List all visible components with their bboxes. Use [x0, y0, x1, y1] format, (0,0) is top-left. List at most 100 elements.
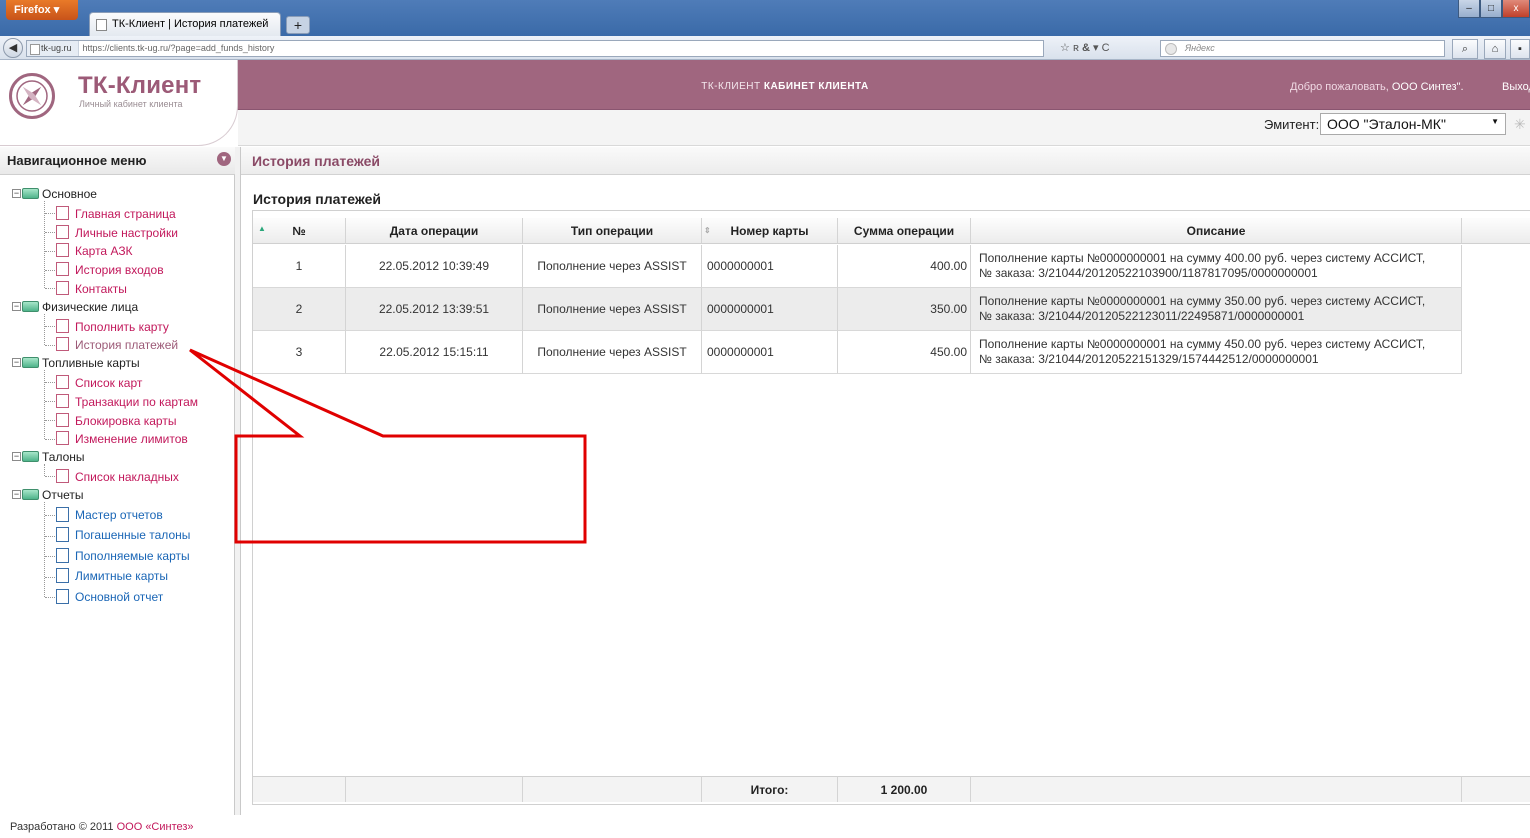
home-icon[interactable]: ⌂	[1484, 39, 1506, 59]
new-tab-button[interactable]: +	[286, 16, 310, 34]
bookmarks-icon[interactable]: ▪	[1510, 39, 1530, 59]
tree-item-3-0[interactable]: Список накладных	[75, 470, 179, 484]
sort-icon[interactable]: ⇕	[704, 218, 711, 244]
tree-connector	[45, 535, 55, 537]
ampersand-icon[interactable]: &	[1082, 42, 1090, 54]
tree-connector	[45, 476, 55, 478]
expander-icon[interactable]: −	[12, 358, 21, 368]
tree-connector	[45, 269, 55, 271]
document-icon	[56, 469, 69, 483]
tree-item-2-1[interactable]: Транзакции по картам	[75, 395, 198, 409]
document-icon	[56, 431, 69, 446]
tree-item-1-0[interactable]: Пополнить карту	[75, 320, 169, 334]
panel-splitter[interactable]	[235, 147, 241, 815]
expander-icon[interactable]: −	[12, 301, 21, 311]
developer-link[interactable]: ООО «Синтез»	[117, 821, 194, 833]
column-header-number[interactable]: ▲ №	[253, 218, 346, 244]
document-icon	[56, 281, 69, 295]
tree-item-2-3[interactable]: Изменение лимитов	[75, 432, 188, 446]
footer-total-label: Итого:	[702, 776, 838, 802]
firefox-menu-button[interactable]: Firefox ▾	[6, 0, 78, 20]
document-icon	[56, 337, 69, 352]
document-icon	[56, 262, 69, 277]
column-header-date[interactable]: Дата операции	[346, 218, 523, 244]
tree-group-1[interactable]: Физические лица	[42, 300, 138, 314]
maximize-icon[interactable]: □	[1480, 0, 1502, 18]
document-icon	[56, 547, 69, 563]
loading-spinner-icon: ✳	[1514, 116, 1526, 132]
back-arrow-icon[interactable]: ◀	[3, 38, 23, 58]
tree-item-0-3[interactable]: История входов	[75, 263, 164, 277]
page-footer: Разработано © 2011 ООО «Синтез»	[0, 815, 1530, 838]
expander-icon[interactable]: −	[12, 489, 21, 499]
footer-cell	[971, 776, 1462, 802]
site-identity[interactable]: tk-ug.ru	[27, 41, 79, 56]
search-icon[interactable]: ⌕	[1452, 39, 1478, 59]
tree-connector	[44, 464, 45, 477]
emitent-select[interactable]: ООО "Эталон-МК" ▼	[1320, 113, 1506, 135]
yandex-icon	[1165, 43, 1177, 55]
tree-item-0-1[interactable]: Личные настройки	[75, 226, 178, 240]
tree-group-4[interactable]: Отчеты	[42, 488, 83, 502]
column-header-type[interactable]: Тип операции	[523, 218, 702, 244]
tree-item-2-2[interactable]: Блокировка карты	[75, 414, 176, 428]
brand-name[interactable]: ТК-Клиент	[78, 72, 201, 100]
tree-item-0-4[interactable]: Контакты	[75, 282, 127, 296]
tree-item-4-1[interactable]: Погашенные талоны	[75, 528, 190, 542]
document-icon	[56, 205, 69, 220]
compass-logo-icon[interactable]	[9, 73, 55, 119]
brand-subtitle: Личный кабинет клиента	[79, 99, 183, 109]
minimize-icon[interactable]: –	[1458, 0, 1480, 18]
url-text: https://clients.tk-ug.ru/?page=add_funds…	[82, 43, 275, 53]
tree-connector	[45, 576, 55, 578]
column-header-card[interactable]: ⇕ Номер карты	[702, 218, 838, 244]
rss-icon[interactable]: ʀ	[1073, 42, 1079, 54]
tree-item-4-2[interactable]: Пополняемые карты	[75, 549, 190, 563]
bookmark-star-icon[interactable]: ☆	[1060, 42, 1070, 54]
collapse-panel-icon[interactable]: ▼	[217, 152, 231, 166]
favicon-icon	[96, 19, 107, 31]
tree-connector	[44, 313, 45, 345]
tree-item-0-0[interactable]: Главная страница	[75, 207, 176, 221]
column-header-description[interactable]: Описание	[971, 218, 1462, 244]
url-bar[interactable]: tk-ug.ru https://clients.tk-ug.ru/?page=a…	[26, 40, 1044, 57]
document-icon	[56, 527, 69, 543]
footer-cell	[523, 776, 702, 802]
footer-prefix: Разработано © 2011	[10, 821, 114, 833]
tree-group-3[interactable]: Талоны	[42, 450, 85, 464]
tree-connector	[44, 501, 45, 598]
expander-icon[interactable]: −	[12, 189, 21, 198]
tree-item-4-4[interactable]: Основной отчет	[75, 590, 163, 604]
sort-asc-icon[interactable]: ▲	[258, 216, 266, 242]
search-bar[interactable]: Яндекс	[1160, 40, 1445, 57]
tree-item-4-0[interactable]: Мастер отчетов	[75, 508, 163, 522]
tree-item-0-2[interactable]: Карта АЗК	[75, 244, 133, 258]
table-row[interactable]	[253, 245, 1462, 288]
footer-total-value: 1 200.00	[838, 776, 971, 802]
url-bar-icons: ☆ ʀ & ▾ C	[1060, 41, 1170, 57]
browser-tab[interactable]: ТК-Клиент | История платежей	[89, 12, 281, 36]
folder-icon	[22, 300, 39, 312]
tree-item-2-0[interactable]: Список карт	[75, 376, 142, 390]
folder-icon	[22, 451, 39, 463]
tree-group-0[interactable]: Основное	[42, 187, 97, 201]
column-header-sum[interactable]: Сумма операции	[838, 218, 971, 244]
close-icon[interactable]: x	[1502, 0, 1530, 18]
welcome-prefix: Добро пожаловать,	[1290, 81, 1389, 93]
expander-icon[interactable]: −	[12, 452, 21, 462]
table-row[interactable]	[253, 331, 1462, 374]
dropdown-icon[interactable]: ▾	[1093, 42, 1099, 54]
navigation-title: Навигационное меню	[0, 147, 235, 175]
tree-group-2[interactable]: Топливные карты	[42, 356, 140, 370]
tree-connector	[45, 326, 55, 327]
document-icon	[56, 568, 69, 584]
footer-cell	[1462, 776, 1530, 802]
tree-item-4-3[interactable]: Лимитные карты	[75, 569, 168, 583]
document-icon	[56, 412, 69, 427]
tree-item-1-1[interactable]: История платежей	[75, 338, 178, 352]
logout-link[interactable]: Выход	[1502, 81, 1530, 93]
table-row[interactable]	[253, 288, 1462, 331]
reload-icon[interactable]: C	[1102, 42, 1110, 54]
tree-connector	[45, 420, 55, 421]
chevron-down-icon: ▼	[1491, 117, 1499, 126]
